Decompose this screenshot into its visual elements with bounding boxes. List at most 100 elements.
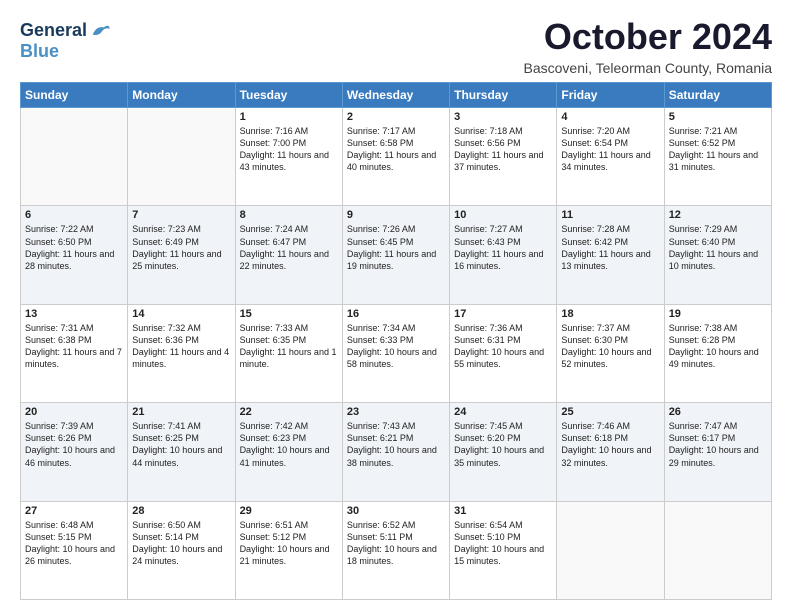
month-title: October 2024 bbox=[524, 16, 773, 58]
calendar-cell: 7 Sunrise: 7:23 AM Sunset: 6:49 PM Daylig… bbox=[128, 206, 235, 304]
calendar-cell: 12 Sunrise: 7:29 AM Sunset: 6:40 PM Dayli… bbox=[664, 206, 771, 304]
day-number: 15 bbox=[240, 308, 338, 320]
calendar-cell bbox=[128, 108, 235, 206]
calendar-cell: 18 Sunrise: 7:37 AM Sunset: 6:30 PM Dayli… bbox=[557, 304, 664, 402]
cell-details: Sunrise: 7:37 AM Sunset: 6:30 PM Dayligh… bbox=[561, 322, 659, 371]
day-number: 10 bbox=[454, 209, 552, 221]
day-number: 13 bbox=[25, 308, 123, 320]
weekday-header-monday: Monday bbox=[128, 83, 235, 108]
calendar-cell: 22 Sunrise: 7:42 AM Sunset: 6:23 PM Dayli… bbox=[235, 403, 342, 501]
cell-details: Sunrise: 7:17 AM Sunset: 6:58 PM Dayligh… bbox=[347, 125, 445, 174]
day-number: 11 bbox=[561, 209, 659, 221]
header: General Blue October 2024 Bascoveni, Tel… bbox=[20, 16, 772, 76]
weekday-header-row: SundayMondayTuesdayWednesdayThursdayFrid… bbox=[21, 83, 772, 108]
cell-details: Sunrise: 7:24 AM Sunset: 6:47 PM Dayligh… bbox=[240, 223, 338, 272]
cell-details: Sunrise: 7:29 AM Sunset: 6:40 PM Dayligh… bbox=[669, 223, 767, 272]
day-number: 23 bbox=[347, 406, 445, 418]
calendar-cell: 5 Sunrise: 7:21 AM Sunset: 6:52 PM Daylig… bbox=[664, 108, 771, 206]
calendar-cell: 16 Sunrise: 7:34 AM Sunset: 6:33 PM Dayli… bbox=[342, 304, 449, 402]
weekday-header-wednesday: Wednesday bbox=[342, 83, 449, 108]
cell-details: Sunrise: 7:26 AM Sunset: 6:45 PM Dayligh… bbox=[347, 223, 445, 272]
cell-details: Sunrise: 7:23 AM Sunset: 6:49 PM Dayligh… bbox=[132, 223, 230, 272]
cell-details: Sunrise: 7:21 AM Sunset: 6:52 PM Dayligh… bbox=[669, 125, 767, 174]
day-number: 20 bbox=[25, 406, 123, 418]
cell-details: Sunrise: 7:34 AM Sunset: 6:33 PM Dayligh… bbox=[347, 322, 445, 371]
day-number: 26 bbox=[669, 406, 767, 418]
calendar-cell: 30 Sunrise: 6:52 AM Sunset: 5:11 PM Dayli… bbox=[342, 501, 449, 599]
cell-details: Sunrise: 7:28 AM Sunset: 6:42 PM Dayligh… bbox=[561, 223, 659, 272]
cell-details: Sunrise: 7:39 AM Sunset: 6:26 PM Dayligh… bbox=[25, 420, 123, 469]
weekday-header-sunday: Sunday bbox=[21, 83, 128, 108]
weekday-header-saturday: Saturday bbox=[664, 83, 771, 108]
calendar-cell: 9 Sunrise: 7:26 AM Sunset: 6:45 PM Daylig… bbox=[342, 206, 449, 304]
day-number: 14 bbox=[132, 308, 230, 320]
day-number: 31 bbox=[454, 505, 552, 517]
cell-details: Sunrise: 7:36 AM Sunset: 6:31 PM Dayligh… bbox=[454, 322, 552, 371]
cell-details: Sunrise: 7:46 AM Sunset: 6:18 PM Dayligh… bbox=[561, 420, 659, 469]
calendar-cell: 11 Sunrise: 7:28 AM Sunset: 6:42 PM Dayli… bbox=[557, 206, 664, 304]
logo-bird-icon bbox=[89, 20, 111, 42]
weekday-header-friday: Friday bbox=[557, 83, 664, 108]
cell-details: Sunrise: 7:22 AM Sunset: 6:50 PM Dayligh… bbox=[25, 223, 123, 272]
day-number: 12 bbox=[669, 209, 767, 221]
cell-details: Sunrise: 6:54 AM Sunset: 5:10 PM Dayligh… bbox=[454, 519, 552, 568]
day-number: 6 bbox=[25, 209, 123, 221]
cell-details: Sunrise: 7:43 AM Sunset: 6:21 PM Dayligh… bbox=[347, 420, 445, 469]
cell-details: Sunrise: 7:16 AM Sunset: 7:00 PM Dayligh… bbox=[240, 125, 338, 174]
cell-details: Sunrise: 7:20 AM Sunset: 6:54 PM Dayligh… bbox=[561, 125, 659, 174]
day-number: 24 bbox=[454, 406, 552, 418]
day-number: 29 bbox=[240, 505, 338, 517]
day-number: 19 bbox=[669, 308, 767, 320]
weekday-header-thursday: Thursday bbox=[450, 83, 557, 108]
day-number: 5 bbox=[669, 111, 767, 123]
calendar-cell: 23 Sunrise: 7:43 AM Sunset: 6:21 PM Dayli… bbox=[342, 403, 449, 501]
cell-details: Sunrise: 7:47 AM Sunset: 6:17 PM Dayligh… bbox=[669, 420, 767, 469]
week-row-1: 1Sunrise: 7:16 AM Sunset: 7:00 PM Daylig… bbox=[21, 108, 772, 206]
calendar-cell: 27 Sunrise: 6:48 AM Sunset: 5:15 PM Dayli… bbox=[21, 501, 128, 599]
calendar-cell: 3 Sunrise: 7:18 AM Sunset: 6:56 PM Daylig… bbox=[450, 108, 557, 206]
day-number: 8 bbox=[240, 209, 338, 221]
calendar-cell: 4Sunrise: 7:20 AM Sunset: 6:54 PM Daylig… bbox=[557, 108, 664, 206]
cell-details: Sunrise: 7:41 AM Sunset: 6:25 PM Dayligh… bbox=[132, 420, 230, 469]
day-number: 7 bbox=[132, 209, 230, 221]
calendar-cell: 13 Sunrise: 7:31 AM Sunset: 6:38 PM Dayli… bbox=[21, 304, 128, 402]
cell-details: Sunrise: 7:18 AM Sunset: 6:56 PM Dayligh… bbox=[454, 125, 552, 174]
day-number: 22 bbox=[240, 406, 338, 418]
week-row-5: 27 Sunrise: 6:48 AM Sunset: 5:15 PM Dayli… bbox=[21, 501, 772, 599]
day-number: 30 bbox=[347, 505, 445, 517]
cell-details: Sunrise: 6:52 AM Sunset: 5:11 PM Dayligh… bbox=[347, 519, 445, 568]
weekday-header-tuesday: Tuesday bbox=[235, 83, 342, 108]
calendar-cell: 24 Sunrise: 7:45 AM Sunset: 6:20 PM Dayli… bbox=[450, 403, 557, 501]
day-number: 2 bbox=[347, 111, 445, 123]
day-number: 25 bbox=[561, 406, 659, 418]
cell-details: Sunrise: 7:45 AM Sunset: 6:20 PM Dayligh… bbox=[454, 420, 552, 469]
calendar-cell bbox=[664, 501, 771, 599]
day-number: 27 bbox=[25, 505, 123, 517]
calendar-cell: 28 Sunrise: 6:50 AM Sunset: 5:14 PM Dayli… bbox=[128, 501, 235, 599]
calendar-cell bbox=[557, 501, 664, 599]
cell-details: Sunrise: 7:42 AM Sunset: 6:23 PM Dayligh… bbox=[240, 420, 338, 469]
week-row-4: 20 Sunrise: 7:39 AM Sunset: 6:26 PM Dayli… bbox=[21, 403, 772, 501]
title-block: October 2024 Bascoveni, Teleorman County… bbox=[524, 16, 773, 76]
day-number: 17 bbox=[454, 308, 552, 320]
cell-details: Sunrise: 6:50 AM Sunset: 5:14 PM Dayligh… bbox=[132, 519, 230, 568]
day-number: 3 bbox=[454, 111, 552, 123]
calendar-cell: 29 Sunrise: 6:51 AM Sunset: 5:12 PM Dayli… bbox=[235, 501, 342, 599]
cell-details: Sunrise: 6:48 AM Sunset: 5:15 PM Dayligh… bbox=[25, 519, 123, 568]
calendar-cell: 26 Sunrise: 7:47 AM Sunset: 6:17 PM Dayli… bbox=[664, 403, 771, 501]
calendar-cell: 25 Sunrise: 7:46 AM Sunset: 6:18 PM Dayli… bbox=[557, 403, 664, 501]
cell-details: Sunrise: 7:31 AM Sunset: 6:38 PM Dayligh… bbox=[25, 322, 123, 371]
logo-text-blue: Blue bbox=[20, 42, 111, 62]
cell-details: Sunrise: 6:51 AM Sunset: 5:12 PM Dayligh… bbox=[240, 519, 338, 568]
day-number: 28 bbox=[132, 505, 230, 517]
page: General Blue October 2024 Bascoveni, Tel… bbox=[0, 0, 792, 612]
calendar-cell: 31 Sunrise: 6:54 AM Sunset: 5:10 PM Dayli… bbox=[450, 501, 557, 599]
day-number: 16 bbox=[347, 308, 445, 320]
calendar-cell: 14Sunrise: 7:32 AM Sunset: 6:36 PM Dayli… bbox=[128, 304, 235, 402]
cell-details: Sunrise: 7:27 AM Sunset: 6:43 PM Dayligh… bbox=[454, 223, 552, 272]
calendar-cell: 2 Sunrise: 7:17 AM Sunset: 6:58 PM Daylig… bbox=[342, 108, 449, 206]
day-number: 9 bbox=[347, 209, 445, 221]
calendar-cell: 8 Sunrise: 7:24 AM Sunset: 6:47 PM Daylig… bbox=[235, 206, 342, 304]
day-number: 18 bbox=[561, 308, 659, 320]
calendar-cell: 21Sunrise: 7:41 AM Sunset: 6:25 PM Dayli… bbox=[128, 403, 235, 501]
